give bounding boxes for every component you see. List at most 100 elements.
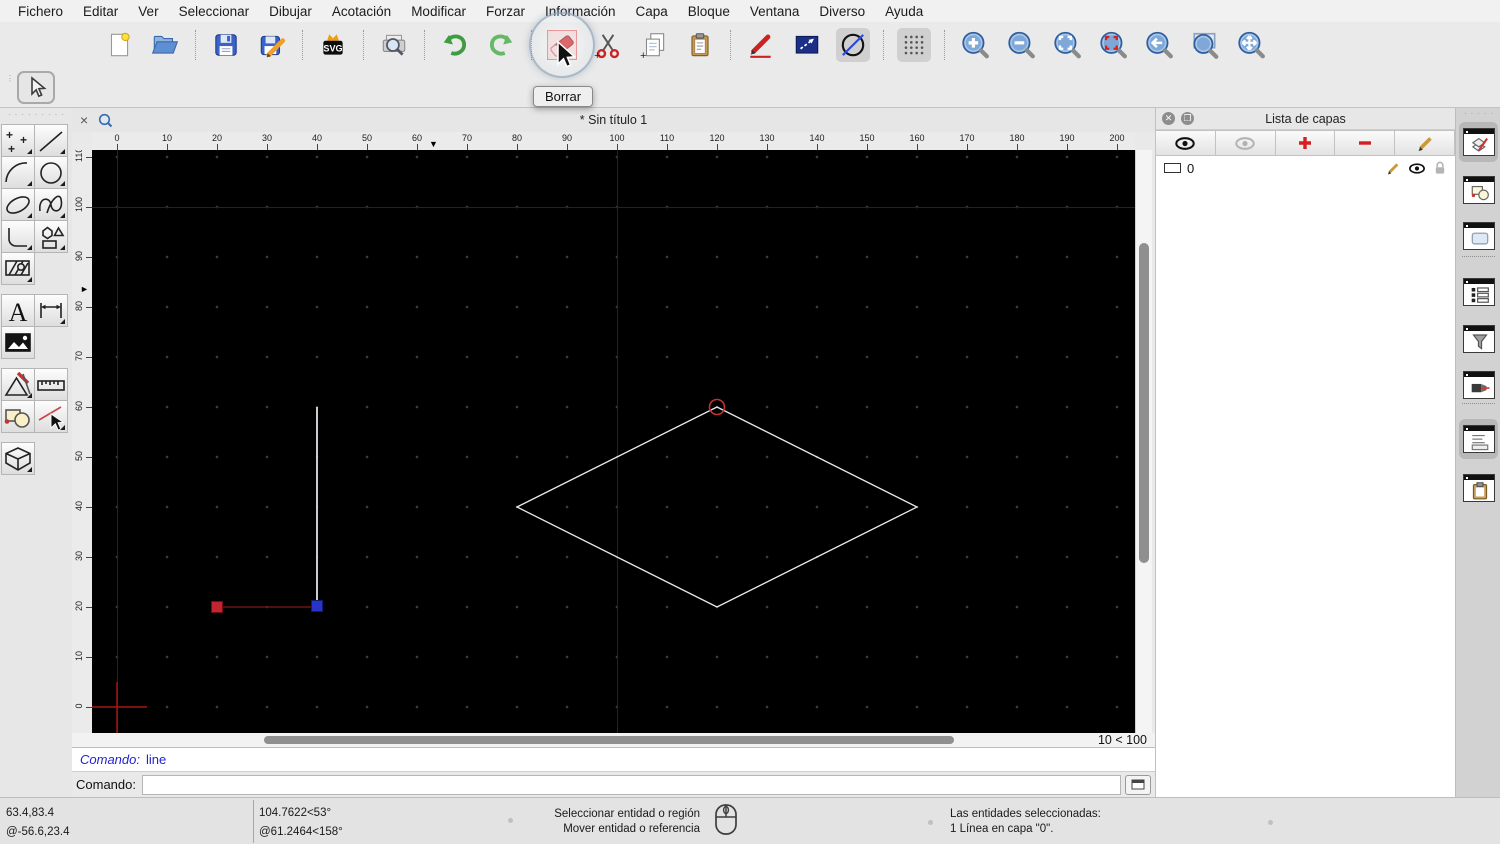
tool-block[interactable] <box>1 400 35 433</box>
ruler-label: 20 <box>74 600 84 612</box>
save-button[interactable] <box>209 28 243 62</box>
horizontal-scrollbar[interactable]: 10 < 100 <box>72 733 1155 747</box>
tool-text[interactable]: A <box>1 294 35 327</box>
zoom-tool-icon[interactable] <box>98 113 113 128</box>
horizontal-scrollbar-thumb[interactable] <box>264 736 954 744</box>
open-document-button[interactable] <box>148 28 182 62</box>
menu-bloque[interactable]: Bloque <box>678 4 740 19</box>
new-document-button[interactable] <box>102 28 136 62</box>
add-layer-button[interactable] <box>1275 130 1336 156</box>
select-tool-button[interactable] <box>17 71 55 104</box>
close-document-icon[interactable]: × <box>80 112 88 128</box>
menu-información[interactable]: Información <box>535 4 626 19</box>
dock-layer-list-panel[interactable] <box>1459 122 1498 162</box>
layer-visible-eye-icon[interactable] <box>1408 162 1426 175</box>
layer-edit-pencil-icon[interactable] <box>1385 160 1401 176</box>
zoom-pan-button[interactable] <box>1234 28 1268 62</box>
tool-cube3d[interactable] <box>1 442 35 475</box>
tooltip: Borrar <box>533 86 593 107</box>
drawing-canvas[interactable] <box>92 150 1135 733</box>
hide-all-layers-button[interactable] <box>1215 130 1276 156</box>
erase-button[interactable]: Borrar <box>545 28 579 62</box>
menu-ayuda[interactable]: Ayuda <box>875 4 933 19</box>
zoom-redraw-button[interactable] <box>1096 28 1130 62</box>
paste-button[interactable] <box>683 28 717 62</box>
vertical-scrollbar-thumb[interactable] <box>1139 243 1149 563</box>
tool-points[interactable]: +++ <box>1 124 35 157</box>
menu-modificar[interactable]: Modificar <box>401 4 476 19</box>
menu-fichero[interactable]: Fichero <box>8 4 73 19</box>
detach-command-widget-button[interactable] <box>1125 775 1151 795</box>
tool-arc[interactable] <box>1 156 35 189</box>
image-icon <box>2 328 34 358</box>
zoom-in-button[interactable] <box>958 28 992 62</box>
library-browser-panel-icon <box>1463 222 1495 250</box>
vertical-scrollbar[interactable] <box>1135 150 1152 733</box>
tool-line[interactable] <box>34 124 68 157</box>
tool-hatch[interactable] <box>1 252 35 285</box>
dock-block-list-panel[interactable] <box>1459 170 1498 210</box>
layer-panel-toolbar <box>1156 130 1455 156</box>
divide-button[interactable] <box>836 28 870 62</box>
menu-ver[interactable]: Ver <box>128 4 168 19</box>
menu-dibujar[interactable]: Dibujar <box>259 4 322 19</box>
tool-dimension[interactable] <box>34 294 68 327</box>
undo-button[interactable] <box>438 28 472 62</box>
menu-forzar[interactable]: Forzar <box>476 4 535 19</box>
save-as-button[interactable] <box>255 28 289 62</box>
tool-image[interactable] <box>1 326 35 359</box>
layer-panel-title: Lista de capas <box>1156 112 1455 126</box>
zoom-auto-button[interactable] <box>1050 28 1084 62</box>
float-panel-icon[interactable]: ❐ <box>1181 112 1194 125</box>
dock-command-line-panel[interactable] <box>1459 419 1498 459</box>
export-svg-button[interactable]: SVG <box>316 28 350 62</box>
command-history-row: Comando: line <box>72 747 1155 771</box>
redo-button[interactable] <box>484 28 518 62</box>
zoom-previous-button[interactable] <box>1142 28 1176 62</box>
tool-modify[interactable] <box>1 368 35 401</box>
show-all-layers-button[interactable] <box>1155 130 1216 156</box>
menu-seleccionar[interactable]: Seleccionar <box>169 4 260 19</box>
zoom-out-button[interactable] <box>1004 28 1038 62</box>
print-preview-button[interactable] <box>377 28 411 62</box>
ruler-label: 50 <box>362 133 372 143</box>
snap-grid-button[interactable] <box>897 28 931 62</box>
menu-acotación[interactable]: Acotación <box>322 4 401 19</box>
move-scale-button[interactable] <box>790 28 824 62</box>
tool-measure[interactable] <box>34 368 68 401</box>
tool-edit-line[interactable] <box>34 400 68 433</box>
cut-button[interactable]: + <box>591 28 625 62</box>
document-title: * Sin título 1 <box>72 113 1155 127</box>
filter-panel-icon <box>1463 325 1495 353</box>
menu-diverso[interactable]: Diverso <box>809 4 875 19</box>
tool-spline[interactable] <box>34 188 68 221</box>
layer-color-swatch[interactable] <box>1164 163 1181 173</box>
ruler-label: 140 <box>809 133 824 143</box>
modify-layer-button[interactable] <box>1394 130 1455 156</box>
dock-pen-wizard-panel[interactable] <box>1459 365 1498 405</box>
dock-library-browser-panel[interactable] <box>1459 216 1498 256</box>
ruler-label: 180 <box>1009 133 1024 143</box>
command-input[interactable] <box>142 775 1121 795</box>
dock-filter-panel[interactable] <box>1459 319 1498 359</box>
tool-ellipse[interactable] <box>1 188 35 221</box>
dock-clipboard-panel[interactable] <box>1459 468 1498 508</box>
layer-row[interactable]: 0 <box>1156 156 1455 180</box>
menu-capa[interactable]: Capa <box>626 4 678 19</box>
svg-text:+: + <box>20 133 27 147</box>
copy-button[interactable]: + <box>637 28 671 62</box>
remove-layer-button[interactable] <box>1334 130 1395 156</box>
close-panel-icon[interactable]: ✕ <box>1162 112 1175 125</box>
menu-ventana[interactable]: Ventana <box>740 4 810 19</box>
zoom-window-button[interactable] <box>1188 28 1222 62</box>
tool-polygon[interactable] <box>34 220 68 253</box>
menu-editar[interactable]: Editar <box>73 4 128 19</box>
zoom-window-icon <box>1190 30 1220 60</box>
dock-entity-list-panel[interactable] <box>1459 272 1498 312</box>
layer-lock-icon[interactable] <box>1433 160 1447 176</box>
edit-attributes-button[interactable] <box>744 28 778 62</box>
tool-circle[interactable] <box>34 156 68 189</box>
selection-info-line2: 1 Línea en capa "0". <box>950 822 1101 837</box>
tool-polyline[interactable] <box>1 220 35 253</box>
measure-icon <box>35 370 67 400</box>
